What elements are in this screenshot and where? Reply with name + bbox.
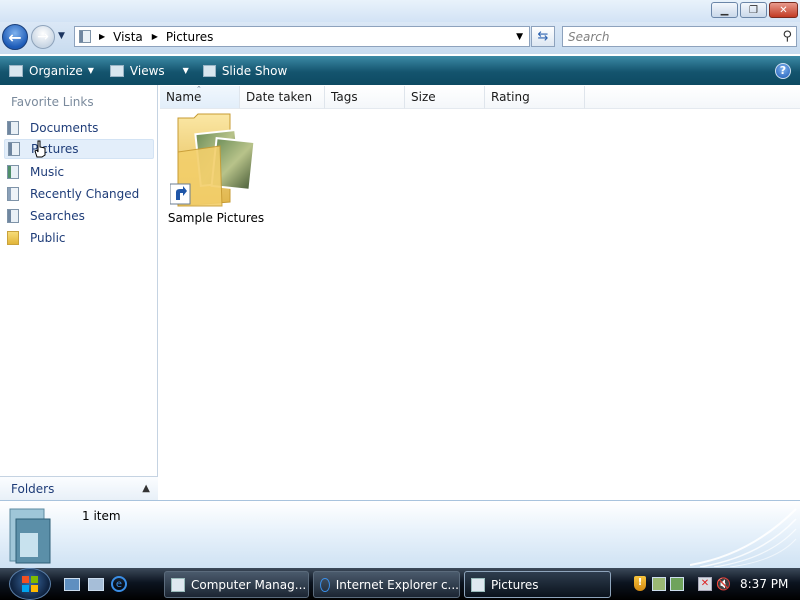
documents-icon	[7, 121, 19, 135]
column-label: Size	[411, 90, 436, 104]
folder-shortcut-icon	[170, 113, 256, 207]
nav-item-label: Public	[30, 231, 66, 245]
searches-icon	[7, 209, 19, 223]
nav-item-label: Searches	[30, 209, 85, 223]
forward-arrow-icon: →	[37, 29, 49, 45]
recently-changed-icon	[7, 187, 19, 201]
file-item-sample-pictures[interactable]: Sample Pictures	[166, 112, 266, 230]
command-toolbar: Organize ▼ Views ▼ Slide Show ?	[0, 56, 800, 85]
maximize-icon: ❐	[749, 4, 758, 16]
views-label: Views	[129, 63, 165, 78]
security-shield-icon[interactable]: !	[634, 576, 646, 591]
refresh-icon: ⇆	[537, 29, 549, 44]
network-icon[interactable]	[652, 577, 666, 591]
search-placeholder: Search	[568, 29, 610, 44]
chevron-up-icon: ▲	[142, 483, 150, 494]
close-icon: ✕	[779, 4, 788, 16]
back-button[interactable]: ←	[2, 24, 28, 50]
column-label: Date taken	[246, 90, 313, 104]
details-pane: 1 item	[0, 500, 800, 568]
organize-button[interactable]: Organize ▼	[3, 56, 100, 85]
column-header-name[interactable]: Name ⌃	[160, 85, 240, 109]
nav-item-recently-changed[interactable]: Recently Changed	[4, 184, 154, 204]
refresh-button[interactable]: ⇆	[531, 26, 555, 47]
breadcrumb-vista[interactable]: Vista	[113, 30, 143, 44]
breadcrumb-separator-icon[interactable]: ▶	[152, 32, 158, 41]
show-desktop-icon[interactable]	[64, 578, 80, 591]
breadcrumb-pictures[interactable]: Pictures	[166, 30, 214, 44]
nav-item-documents[interactable]: Documents	[4, 118, 154, 138]
back-arrow-icon: ←	[8, 27, 22, 47]
folders-label: Folders	[11, 481, 55, 496]
help-button[interactable]: ?	[775, 62, 791, 79]
search-input[interactable]: Search ⚲	[562, 26, 797, 47]
task-internet-explorer[interactable]: Internet Explorer c...	[313, 571, 460, 598]
nav-item-public[interactable]: Public	[4, 228, 154, 248]
nav-item-label: Recently Changed	[30, 187, 140, 201]
maximize-button[interactable]: ❐	[740, 2, 767, 18]
column-header-date-taken[interactable]: Date taken	[240, 86, 325, 109]
address-bar[interactable]: ▶ Vista ▶ Pictures ▼	[74, 26, 530, 47]
recent-pages-dropdown[interactable]: ▼	[58, 31, 65, 41]
views-icon	[109, 64, 124, 77]
folders-toggle[interactable]: Folders ▲	[0, 476, 158, 500]
task-label: Internet Explorer c...	[335, 577, 459, 592]
hand-cursor-icon	[34, 140, 46, 158]
column-label: Tags	[331, 90, 358, 104]
minimize-button[interactable]: ▁	[711, 2, 738, 18]
sort-ascending-icon: ⌃	[196, 85, 202, 93]
music-icon	[7, 165, 19, 179]
nav-item-pictures[interactable]: Pictures	[4, 139, 154, 159]
column-header-size[interactable]: Size	[405, 86, 485, 109]
file-name: Sample Pictures	[167, 211, 265, 225]
title-bar	[0, 0, 800, 22]
help-icon: ?	[779, 64, 787, 77]
nav-item-music[interactable]: Music	[4, 162, 154, 182]
slideshow-label: Slide Show	[221, 63, 288, 78]
chevron-down-icon: ▼	[182, 66, 189, 75]
favorite-links-title: Favorite Links	[11, 95, 94, 109]
internet-explorer-icon	[320, 577, 330, 592]
organize-label: Organize	[29, 63, 83, 78]
task-label: Pictures	[491, 577, 539, 592]
address-dropdown-icon[interactable]: ▼	[516, 32, 523, 42]
chevron-down-icon: ▼	[58, 31, 65, 41]
pictures-library-icon	[9, 508, 51, 564]
item-count: 1 item	[82, 509, 121, 523]
internet-explorer-icon[interactable]: e	[111, 576, 127, 592]
pictures-folder-icon	[471, 577, 485, 592]
slideshow-icon	[202, 64, 216, 77]
task-pictures[interactable]: Pictures	[464, 571, 611, 598]
views-button[interactable]: Views ▼	[104, 56, 195, 85]
task-computer-management[interactable]: Computer Manag...	[164, 571, 309, 598]
nav-item-searches[interactable]: Searches	[4, 206, 154, 226]
public-folder-icon	[7, 231, 19, 245]
column-label: Rating	[491, 90, 530, 104]
organize-icon	[9, 64, 23, 77]
pictures-icon	[8, 142, 20, 156]
switch-windows-icon[interactable]	[88, 578, 104, 591]
column-header-tags[interactable]: Tags	[325, 86, 405, 109]
windows-logo-icon	[22, 576, 38, 592]
nav-item-label: Music	[30, 165, 65, 179]
computer-management-icon	[171, 577, 185, 592]
column-header-rating[interactable]: Rating	[485, 86, 585, 109]
network-disconnected-icon[interactable]: ✕	[698, 577, 712, 591]
volume-muted-icon[interactable]: 🔇	[716, 577, 732, 591]
minimize-icon: ▁	[720, 4, 729, 16]
clock[interactable]: 8:37 PM	[740, 577, 788, 591]
task-label: Computer Manag...	[191, 577, 307, 592]
decorative-swoosh-icon	[690, 508, 797, 567]
nav-item-label: Documents	[30, 121, 99, 135]
start-button[interactable]	[9, 568, 51, 600]
close-button[interactable]: ✕	[769, 2, 798, 18]
column-header-filler	[585, 86, 800, 109]
search-icon[interactable]: ⚲	[782, 29, 792, 44]
pictures-folder-icon	[79, 30, 91, 43]
chevron-down-icon: ▼	[87, 66, 94, 75]
sync-icon[interactable]	[670, 577, 684, 591]
slideshow-button[interactable]: Slide Show	[197, 56, 293, 85]
forward-button[interactable]: →	[31, 25, 55, 49]
breadcrumb-separator-icon[interactable]: ▶	[99, 32, 105, 41]
